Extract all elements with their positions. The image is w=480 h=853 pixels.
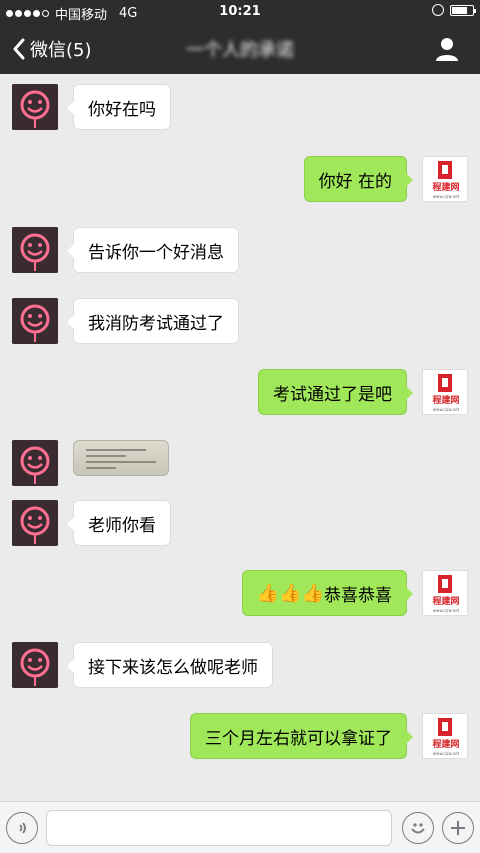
incoming-message[interactable]: 老师你看	[67, 500, 171, 546]
svg-text:www.cjrw.net: www.cjrw.net	[433, 407, 460, 412]
thumbs-up-icon: 👍👍👍	[256, 582, 324, 604]
emoji-icon	[411, 823, 425, 834]
battery-icon	[450, 4, 476, 16]
voice-button[interactable]	[6, 812, 38, 844]
navigation-bar: 微信(5) 一个人的承诺	[0, 24, 480, 74]
chat-title: 一个人的承诺	[186, 40, 294, 61]
incoming-message[interactable]: 告诉你一个好消息	[67, 227, 239, 273]
image-message[interactable]	[73, 440, 169, 476]
svg-text:www.cjrw.net: www.cjrw.net	[433, 608, 460, 613]
contact-avatar[interactable]	[12, 500, 58, 546]
voice-icon	[19, 822, 26, 834]
message-input[interactable]	[46, 810, 392, 846]
svg-text:程建网: 程建网	[432, 181, 459, 193]
svg-text:程建网: 程建网	[432, 394, 459, 406]
my-avatar[interactable]: 程建网 www.cjrw.net	[422, 156, 468, 202]
rotation-lock-icon	[432, 4, 444, 16]
status-right	[432, 4, 476, 16]
my-avatar[interactable]: 程建网 www.cjrw.net	[422, 369, 468, 415]
contact-avatar[interactable]	[12, 642, 58, 688]
chat-input-bar	[0, 801, 480, 853]
contact-avatar[interactable]	[12, 440, 58, 486]
incoming-message[interactable]: 接下来该怎么做呢老师	[67, 642, 273, 688]
contact-avatar[interactable]	[12, 227, 58, 273]
plus-icon	[451, 821, 465, 835]
my-avatar[interactable]: 程建网 www.cjrw.net	[422, 570, 468, 616]
profile-icon[interactable]	[434, 36, 460, 62]
svg-text:www.cjrw.net: www.cjrw.net	[433, 194, 460, 199]
message-text: 恭喜恭喜	[324, 585, 392, 606]
clock: 10:21	[219, 4, 261, 19]
status-bar: 中国移动 4G 10:21	[0, 0, 480, 24]
svg-text:程建网: 程建网	[432, 595, 459, 607]
svg-text:程建网: 程建网	[432, 738, 459, 750]
my-avatar[interactable]: 程建网 www.cjrw.net	[422, 713, 468, 759]
more-button[interactable]	[442, 812, 474, 844]
contact-avatar[interactable]	[12, 298, 58, 344]
incoming-message[interactable]: 我消防考试通过了	[67, 298, 239, 344]
outgoing-message[interactable]: 考试通过了是吧	[258, 369, 413, 415]
outgoing-message[interactable]: 👍👍👍 恭喜恭喜	[241, 570, 414, 616]
outgoing-message[interactable]: 三个月左右就可以拿证了	[190, 713, 413, 759]
emoji-button[interactable]	[402, 812, 434, 844]
contact-avatar[interactable]	[12, 84, 58, 130]
incoming-message[interactable]: 你好在吗	[67, 84, 171, 130]
outgoing-message[interactable]: 你好 在的	[303, 156, 414, 202]
svg-text:www.cjrw.net: www.cjrw.net	[433, 751, 460, 756]
message-list[interactable]: 你好在吗 你好 在的 程建网 www.cjrw.net 告诉你一个好消息 我消防…	[0, 74, 480, 801]
